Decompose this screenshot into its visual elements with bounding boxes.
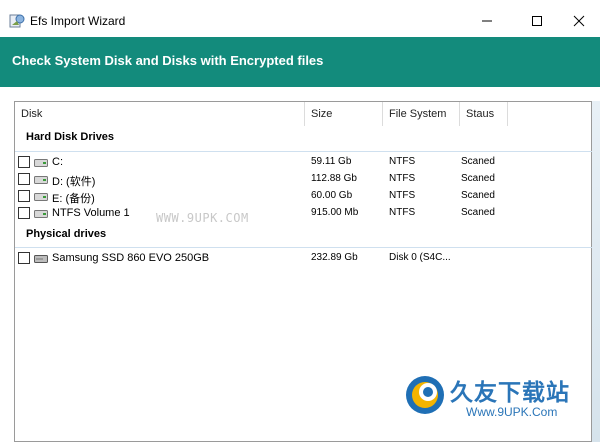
watermark-logo-icon bbox=[406, 376, 444, 414]
drive-name: Samsung SSD 860 EVO 250GB bbox=[52, 252, 210, 264]
hard-drive-icon bbox=[34, 193, 48, 201]
drive-checkbox[interactable] bbox=[18, 190, 30, 202]
watermark-url: Www.9UPK.Com bbox=[466, 405, 558, 419]
drive-file-system: Disk 0 (S4C... bbox=[389, 252, 451, 263]
drive-name: E: (备份) bbox=[52, 193, 95, 205]
drive-name: NTFS Volume 1 bbox=[52, 207, 130, 219]
group-divider bbox=[15, 247, 593, 248]
list-item[interactable]: NTFS Volume 1 915.00 Mb NTFS Scaned bbox=[15, 205, 593, 222]
column-header-size[interactable]: Size bbox=[305, 102, 383, 126]
drive-name: C: bbox=[52, 156, 63, 168]
hard-drive-icon bbox=[34, 176, 48, 184]
maximize-icon bbox=[532, 16, 542, 26]
drive-file-system: NTFS bbox=[389, 173, 416, 184]
list-item[interactable]: Samsung SSD 860 EVO 250GB 232.89 Gb Disk… bbox=[15, 250, 593, 267]
title-bar: Efs Import Wizard bbox=[0, 0, 600, 42]
physical-drive-icon bbox=[34, 255, 48, 263]
column-header-disk[interactable]: Disk bbox=[15, 102, 305, 126]
drive-status: Scaned bbox=[461, 173, 495, 184]
watermark-text: WWW.9UPK.COM bbox=[156, 211, 249, 225]
drive-status: Scaned bbox=[461, 207, 495, 218]
drive-file-system: NTFS bbox=[389, 207, 416, 218]
group-divider bbox=[15, 151, 593, 152]
close-icon bbox=[573, 15, 585, 27]
window-title: Efs Import Wizard bbox=[30, 14, 126, 28]
drive-status: Scaned bbox=[461, 190, 495, 201]
drive-size: 60.00 Gb bbox=[311, 190, 353, 201]
wizard-header: Check System Disk and Disks with Encrypt… bbox=[0, 37, 600, 87]
column-header-status[interactable]: Staus bbox=[460, 102, 508, 126]
minimize-button[interactable] bbox=[464, 4, 510, 38]
list-item[interactable]: C: 59.11 Gb NTFS Scaned bbox=[15, 154, 593, 171]
drive-file-system: NTFS bbox=[389, 190, 416, 201]
close-button[interactable] bbox=[556, 4, 600, 38]
window-edge-shade bbox=[592, 101, 600, 442]
drive-name: D: (软件) bbox=[52, 176, 96, 188]
maximize-button[interactable] bbox=[514, 4, 560, 38]
drive-file-system: NTFS bbox=[389, 156, 416, 167]
drive-checkbox[interactable] bbox=[18, 207, 30, 219]
group-label-physical-drives: Physical drives bbox=[26, 228, 107, 240]
drive-size: 59.11 Gb bbox=[311, 156, 352, 167]
list-item[interactable]: D: (软件) 112.88 Gb NTFS Scaned bbox=[15, 171, 593, 188]
minimize-icon bbox=[482, 20, 492, 22]
drive-status: Scaned bbox=[461, 156, 495, 167]
hard-drive-icon bbox=[34, 210, 48, 218]
wizard-app-icon bbox=[9, 14, 25, 28]
watermark-brand: 久友下载站 bbox=[450, 379, 570, 405]
hard-drive-icon bbox=[34, 159, 48, 167]
drive-checkbox[interactable] bbox=[18, 252, 30, 264]
header-title: Check System Disk and Disks with Encrypt… bbox=[12, 53, 324, 68]
column-header-file-system[interactable]: File System bbox=[383, 102, 460, 126]
drive-checkbox[interactable] bbox=[18, 173, 30, 185]
drive-size: 232.89 Gb bbox=[311, 252, 358, 263]
group-label-hard-disk-drives: Hard Disk Drives bbox=[26, 131, 115, 143]
drive-size: 915.00 Mb bbox=[311, 207, 359, 218]
list-item[interactable]: E: (备份) 60.00 Gb NTFS Scaned bbox=[15, 188, 593, 205]
drive-size: 112.88 Gb bbox=[311, 173, 357, 184]
drive-checkbox[interactable] bbox=[18, 156, 30, 168]
